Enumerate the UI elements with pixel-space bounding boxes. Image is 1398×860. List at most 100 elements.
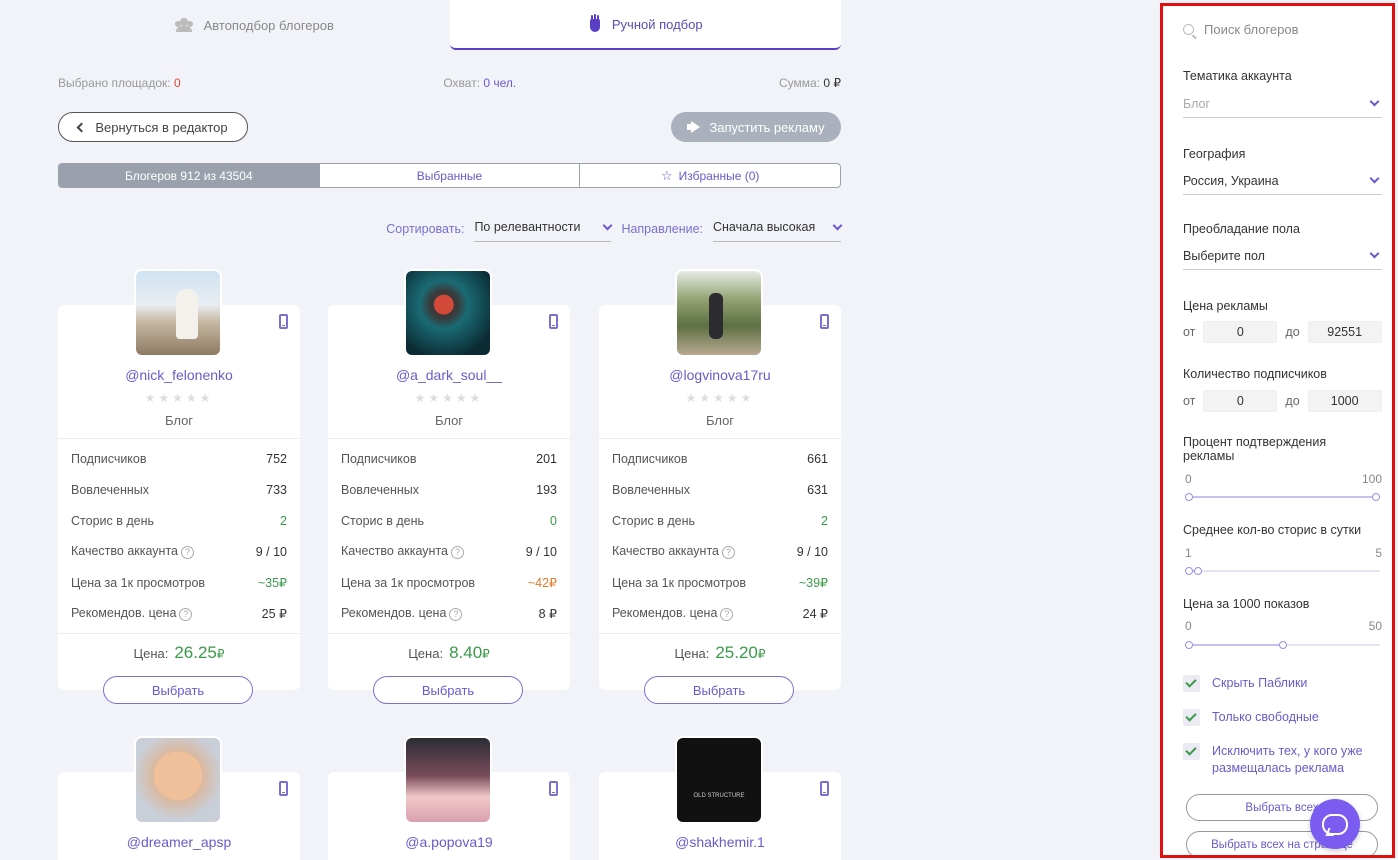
avatar[interactable]	[406, 271, 490, 355]
slider-fill	[1189, 644, 1283, 646]
stat-subscribers: Подписчиков 752	[71, 451, 287, 466]
geo-label: География	[1183, 147, 1246, 161]
gender-select[interactable]: Выберите пол	[1183, 242, 1382, 270]
help-icon[interactable]: ?	[181, 545, 194, 559]
chevron-down-icon	[1369, 96, 1380, 107]
geo-select[interactable]: Россия, Украина	[1183, 167, 1382, 195]
phone-icon[interactable]	[279, 314, 288, 329]
exclude-advertised-option: Исключить тех, у кого уже размещалась ре…	[1183, 743, 1382, 777]
search-icon	[1183, 24, 1194, 35]
blogger-handle[interactable]: @logvinova17ru	[599, 367, 841, 383]
blogger-card: @dreamer_apsp	[58, 738, 300, 860]
phone-icon[interactable]	[549, 314, 558, 329]
avatar[interactable]	[677, 271, 761, 355]
help-icon[interactable]: ?	[720, 607, 734, 621]
help-icon[interactable]: ?	[451, 545, 464, 559]
help-icon[interactable]: ?	[179, 607, 193, 621]
select-blogger-button[interactable]: Выбрать	[373, 676, 523, 704]
cpm-label: Цена за 1000 показов	[1183, 597, 1310, 611]
subscribers-from-input[interactable]	[1203, 390, 1278, 412]
rating-stars: ★★★★★	[144, 391, 214, 405]
slider-thumb-min[interactable]	[1185, 641, 1193, 649]
slider-thumb-max[interactable]	[1372, 493, 1380, 501]
rating-stars: ★★★★★	[685, 391, 755, 405]
exclude-advertised-checkbox[interactable]	[1183, 743, 1200, 760]
stats-list: Подписчиков 201 Вовлеченных 193 Сторис в д…	[328, 438, 570, 634]
confirm-slider[interactable]	[1185, 493, 1380, 501]
summary-reach: Охват: 0 чел.	[443, 76, 517, 90]
selection-summary: Выбрано площадок: 0 Охват: 0 чел. Сумма:…	[58, 76, 841, 90]
chat-icon[interactable]	[1310, 799, 1360, 849]
ad-price-to-input[interactable]	[1307, 321, 1382, 343]
avatar[interactable]	[406, 738, 490, 822]
stat-quality: Качество аккаунта? 9 / 10	[71, 544, 287, 559]
star-outline-icon: ☆	[660, 167, 673, 183]
back-to-editor-button[interactable]: Вернуться в редактор	[58, 112, 248, 142]
stat-cpm: Цена за 1к просмотров ~39₽	[612, 575, 828, 591]
ad-price-label: Цена рекламы	[1183, 299, 1268, 313]
help-icon[interactable]: ?	[449, 607, 463, 621]
help-icon[interactable]: ?	[722, 545, 735, 559]
stat-cpm: Цена за 1к просмотров ~35₽	[71, 575, 287, 591]
main-area: Автоподбор блогеров Ручной подбор Выбран…	[0, 0, 1150, 860]
subscribers-to-input[interactable]	[1307, 390, 1382, 412]
tab-label: Ручной подбор	[611, 16, 703, 32]
tab-manual-selection[interactable]: Ручной подбор	[449, 0, 841, 50]
stat-stories: Сторис в день 2	[612, 513, 828, 528]
mode-tabs: Автоподбор блогеров Ручной подбор	[58, 0, 841, 50]
phone-icon[interactable]	[279, 781, 288, 796]
blogger-search[interactable]: Поиск блогеров	[1183, 22, 1299, 37]
blogger-card: @a.popova19	[328, 738, 570, 860]
stat-quality: Качество аккаунта? 9 / 10	[341, 544, 557, 559]
chevron-down-icon	[1369, 173, 1380, 184]
select-blogger-button[interactable]: Выбрать	[103, 676, 253, 704]
avatar[interactable]	[136, 271, 220, 355]
avatar[interactable]	[136, 738, 220, 822]
blogger-category: Блог	[705, 413, 735, 428]
blogger-handle[interactable]: @shakhemir.1	[599, 834, 841, 850]
sort-select[interactable]: По релевантности	[474, 216, 613, 242]
phone-icon[interactable]	[820, 314, 829, 329]
chevron-down-icon	[1369, 248, 1380, 259]
search-input[interactable]: Поиск блогеров	[1204, 22, 1299, 37]
hide-publics-checkbox[interactable]	[1183, 675, 1200, 692]
slider-thumb-min[interactable]	[1185, 567, 1193, 575]
slider-thumb-max[interactable]	[1278, 641, 1287, 649]
select-blogger-button[interactable]: Выбрать	[644, 676, 794, 704]
segment-all-bloggers[interactable]: Блогеров 912 из 43504	[59, 164, 320, 187]
chevron-left-icon	[76, 122, 87, 132]
blogger-list-segments: Блогеров 912 из 43504 Выбранные ☆ Избранн…	[58, 163, 841, 188]
topic-select[interactable]: Блог	[1183, 90, 1382, 118]
phone-icon[interactable]	[549, 781, 558, 796]
launch-ad-button[interactable]: Запустить рекламу	[671, 112, 841, 142]
blogger-category: Блог	[434, 413, 464, 428]
phone-icon[interactable]	[820, 781, 829, 796]
stat-subscribers: Подписчиков 201	[341, 451, 557, 466]
blogger-handle[interactable]: @a.popova19	[328, 834, 570, 850]
summary-platforms: Выбрано площадок: 0	[58, 76, 181, 90]
avatar[interactable]	[677, 738, 761, 822]
confirm-percent-label: Процент подтверждения рекламы	[1183, 435, 1327, 463]
hide-publics-option: Скрыть Паблики	[1183, 675, 1382, 692]
ad-price-from-input[interactable]	[1203, 321, 1278, 343]
stats-list: Подписчиков 661 Вовлеченных 631 Сторис в д…	[599, 438, 841, 634]
tab-auto-selection[interactable]: Автоподбор блогеров	[58, 0, 450, 50]
only-free-option: Только свободные	[1183, 709, 1382, 726]
direction-select[interactable]: Сначала высокая	[713, 216, 843, 242]
stat-engaged: Вовлеченных 733	[71, 482, 287, 497]
slider-thumb-max[interactable]	[1194, 567, 1203, 575]
blogger-handle[interactable]: @nick_felonenko	[58, 367, 300, 383]
segment-favorites[interactable]: ☆ Избранные (0)	[580, 164, 840, 187]
stat-engaged: Вовлеченных 631	[612, 482, 828, 497]
stories-slider[interactable]	[1185, 567, 1380, 575]
stat-quality: Качество аккаунта? 9 / 10	[612, 544, 828, 559]
filters-sidebar: Поиск блогеров Тематика аккаунта Блог Ге…	[1160, 3, 1395, 858]
blogger-card: @a_dark_soul__ ★★★★★ Блог Подписчиков 201…	[328, 271, 570, 704]
blogger-handle[interactable]: @dreamer_apsp	[58, 834, 300, 850]
segment-selected[interactable]: Выбранные	[320, 164, 581, 187]
stat-recommended: Рекомендов. цена? 25 ₽	[71, 606, 287, 621]
cpm-slider[interactable]	[1185, 641, 1380, 649]
only-free-checkbox[interactable]	[1183, 709, 1200, 726]
blogger-handle[interactable]: @a_dark_soul__	[328, 367, 570, 383]
slider-thumb-min[interactable]	[1185, 493, 1193, 501]
